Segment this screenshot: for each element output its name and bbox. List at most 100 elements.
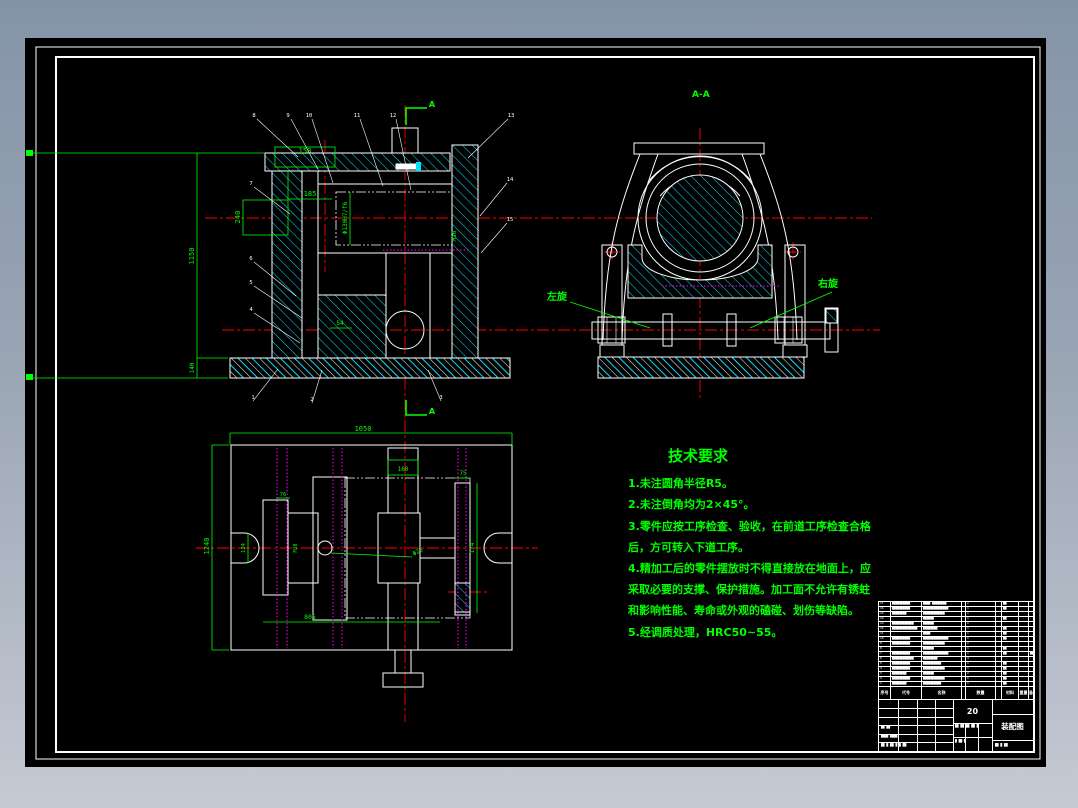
tech-req-line: 1.未注圆角半径R5。 bbox=[628, 476, 733, 490]
title-block-text: ██ █ ██ █ █ ██ bbox=[881, 743, 907, 747]
bom-cell bbox=[1019, 622, 1029, 626]
bom-cell: 14 bbox=[879, 617, 891, 621]
bom-cell: ████████ bbox=[922, 627, 962, 631]
balloon: 8 bbox=[252, 113, 255, 119]
dim-plan-height: 1240 bbox=[203, 538, 211, 555]
bom-cell bbox=[1019, 632, 1029, 636]
bom-cell: ████████████ bbox=[922, 612, 962, 616]
dim-plan-channel: 160 bbox=[398, 466, 409, 473]
bom-cell: 11 bbox=[879, 632, 891, 636]
balloon: 6 bbox=[249, 256, 252, 262]
bom-cell: 2 bbox=[966, 672, 996, 676]
bom-cell: ██ bbox=[1002, 617, 1019, 621]
bom-cell: ██ bbox=[1002, 627, 1019, 631]
bom-cell: 1 bbox=[966, 682, 996, 686]
bom-cell: ██ bbox=[1030, 652, 1034, 655]
balloon: 14 bbox=[507, 177, 514, 183]
dim-bore: Φ130H7/f6 bbox=[342, 201, 349, 234]
title-block-text: ████ ████ bbox=[881, 734, 898, 738]
bom-cell: ██ bbox=[1002, 682, 1019, 686]
bom-cell bbox=[1002, 622, 1019, 626]
bom-cell: ██ bbox=[1002, 602, 1019, 606]
bom-cell: 3 bbox=[879, 672, 891, 676]
dim-boss: 54 bbox=[336, 320, 344, 327]
bom-cell bbox=[1002, 657, 1019, 661]
title-block-line bbox=[953, 737, 992, 738]
title-block-text: █ ██ █ bbox=[955, 739, 966, 743]
bom-header: 序号代号名称数量材料重量备注 bbox=[879, 687, 1035, 700]
bom-cell: 13 bbox=[879, 622, 891, 626]
dim-plan-rail: 75 bbox=[459, 470, 467, 477]
section-view-title: A-A bbox=[692, 90, 710, 100]
bom-cell: ██████████ bbox=[891, 662, 922, 666]
tech-req-title: 技术要求 bbox=[668, 447, 729, 465]
bom-cell: ████████████ bbox=[891, 622, 922, 626]
bom-cell: 4 bbox=[879, 667, 891, 671]
bom-cell: 1 bbox=[879, 682, 891, 686]
bom-cell bbox=[1029, 647, 1035, 651]
bom-cell: ██████ bbox=[922, 622, 962, 626]
title-block-line bbox=[879, 717, 953, 718]
bom-header-cell: 序号 bbox=[879, 687, 891, 699]
bom-cell bbox=[1019, 652, 1029, 656]
bom-cell: ██ bbox=[1002, 652, 1019, 656]
bom-cell: 1 bbox=[966, 627, 996, 631]
dim-step: 185 bbox=[304, 190, 317, 198]
balloon: 1 bbox=[251, 395, 254, 401]
bom-cell bbox=[1029, 642, 1035, 646]
bom-cell bbox=[1019, 637, 1029, 641]
bom-cell: ████ ████████ bbox=[922, 602, 962, 606]
bom-cell bbox=[1029, 612, 1035, 616]
bom-cell bbox=[1029, 632, 1035, 636]
tech-req-line: 采取必要的支撑、保护措施。加工面不允许有锈蛀 bbox=[627, 582, 870, 596]
bom-cell bbox=[1019, 682, 1029, 686]
title-block-quantity: 20 bbox=[966, 707, 979, 716]
bom-cell bbox=[1019, 657, 1029, 661]
bom-cell: ██████████████ bbox=[922, 637, 962, 641]
aa-section-view bbox=[591, 142, 839, 379]
bom-cell bbox=[1019, 612, 1029, 616]
application-window: 150 185 240 1150 140 Φ130H7/f6 M16 54 A … bbox=[0, 0, 1078, 808]
title-block-text: ██ █ ██ bbox=[995, 743, 1008, 747]
bom-cell: 10 bbox=[879, 637, 891, 641]
bom-header-cell: 材料 bbox=[1002, 687, 1019, 699]
bom-cell: 17 bbox=[879, 602, 891, 606]
bom-cell bbox=[1019, 642, 1029, 646]
bom-cell: ██████████ bbox=[891, 602, 922, 606]
bom-cell: ██ bbox=[1002, 667, 1019, 671]
bom-cell: ██ bbox=[1002, 607, 1019, 611]
bom-cell: ████████ bbox=[922, 657, 962, 661]
balloon: 12 bbox=[390, 113, 397, 119]
bom-cell bbox=[1029, 637, 1035, 641]
bom-cell: ████████ bbox=[891, 682, 922, 686]
bom-cell: ██ bbox=[1002, 637, 1019, 641]
balloon: 4 bbox=[249, 307, 253, 313]
balloon: 15 bbox=[507, 217, 514, 223]
bom-cell bbox=[1019, 607, 1029, 611]
bom-cell: 1 bbox=[966, 662, 996, 666]
bom-header-cell: 名称 bbox=[922, 687, 962, 699]
balloon: 5 bbox=[249, 280, 252, 286]
bom-header-cell: 代号 bbox=[891, 687, 922, 699]
tech-req-line: 和影响性能、寿命或外观的磕碰、划伤等缺陷。 bbox=[628, 603, 859, 617]
balloon: 7 bbox=[249, 181, 252, 187]
bom-header-cell: 重量 bbox=[1019, 687, 1029, 699]
bom-cell: ████████████ bbox=[922, 677, 962, 681]
bom-cell bbox=[1019, 602, 1029, 606]
bom-cell bbox=[1002, 642, 1019, 646]
tech-req-line: 4.精加工后的零件摆放时不得直接放在地面上，应 bbox=[628, 561, 871, 575]
bom-cell: ██████████ bbox=[891, 667, 922, 671]
bom-cell: ██████████ bbox=[891, 677, 922, 681]
bom-cell: 7 bbox=[879, 652, 891, 656]
title-block-text: ██ ██ bbox=[881, 725, 891, 729]
bom-cell: ██████ bbox=[922, 617, 962, 621]
left-hand-thread-label: 左旋 bbox=[546, 290, 568, 303]
bom-cell: 1 bbox=[966, 647, 996, 651]
bom-cell: 16 bbox=[879, 607, 891, 611]
balloon: 11 bbox=[354, 113, 361, 119]
dim-plan-span: 805 bbox=[304, 613, 316, 621]
bom-cell: 2 bbox=[879, 677, 891, 681]
bom-cell bbox=[1019, 667, 1029, 671]
bom-cell bbox=[1029, 617, 1035, 621]
bom-cell bbox=[1019, 662, 1029, 666]
